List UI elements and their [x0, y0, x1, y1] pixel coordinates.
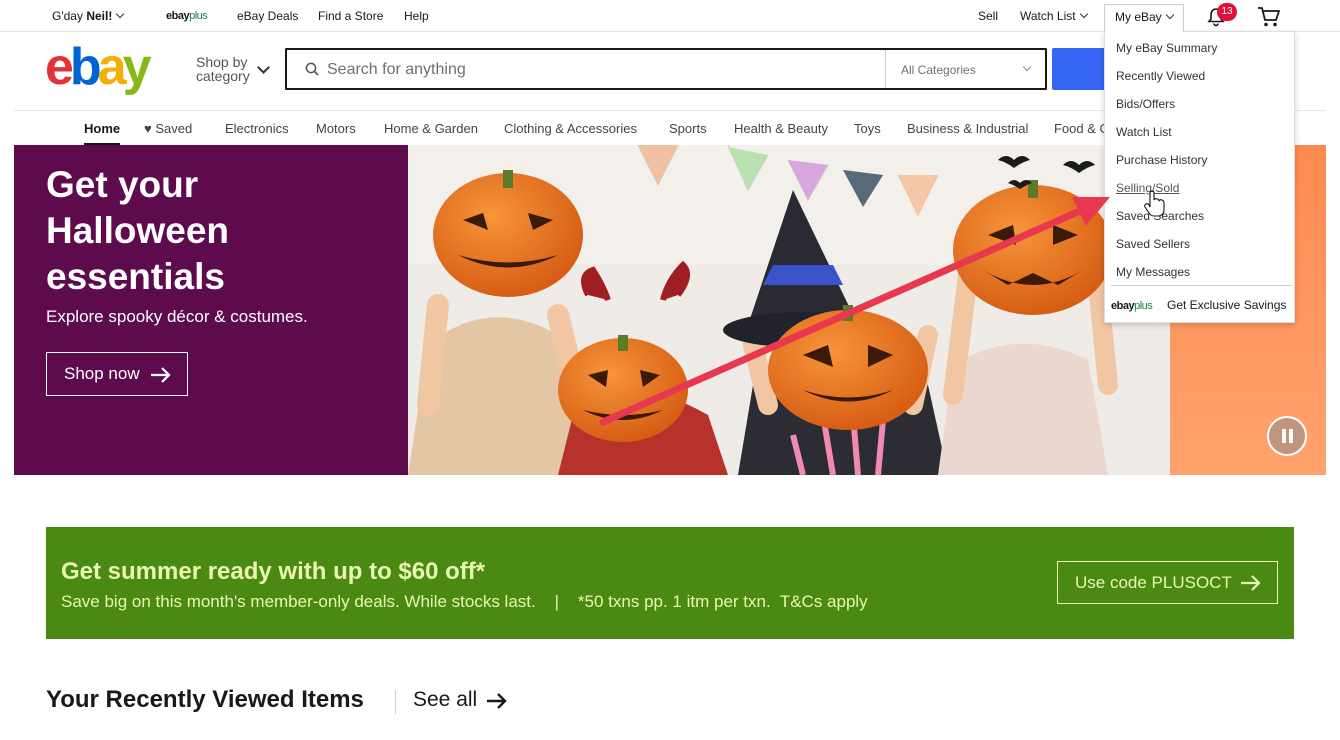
category-select[interactable]: All Categories [885, 50, 1045, 88]
ebay-plus-ebay-text: ebay [1111, 300, 1135, 312]
cart-icon[interactable] [1257, 6, 1281, 28]
my-ebay-menu-button[interactable]: My eBay [1104, 4, 1184, 32]
shop-by-text: Shop by [196, 54, 248, 70]
svg-text:ebay: ebay [45, 40, 152, 96]
chevron-down-icon [1165, 10, 1174, 20]
hero-subtitle: Explore spooky décor & costumes. [46, 307, 308, 326]
menu-item-saved-searches[interactable]: Saved Searches [1116, 209, 1204, 223]
recently-viewed-title: Your Recently Viewed Items [46, 686, 364, 713]
menu-item-bids-offers[interactable]: Bids/Offers [1116, 97, 1175, 111]
ebay-plus-logo: ebayplus [1111, 300, 1153, 312]
promo-subtitle: Save big on this month's member-only dea… [61, 592, 868, 611]
category-text: category [196, 68, 250, 84]
menu-item-selling-sold[interactable]: Selling/Sold [1116, 181, 1179, 195]
nav-saved[interactable]: ♥ Saved [144, 121, 192, 136]
nav-sports[interactable]: Sports [669, 121, 707, 136]
menu-item-watch-list[interactable]: Watch List [1116, 125, 1172, 139]
menu-divider [1111, 285, 1292, 286]
arrow-right-icon [151, 367, 171, 383]
menu-item-purchase-history[interactable]: Purchase History [1116, 153, 1207, 167]
nav-home-garden[interactable]: Home & Garden [384, 121, 478, 136]
search-icon [305, 62, 319, 76]
search-input[interactable]: Search for anything [327, 61, 466, 79]
menu-item-my-ebay-summary[interactable]: My eBay Summary [1116, 41, 1217, 55]
promo-title: Get summer ready with up to $60 off* [61, 558, 486, 585]
pause-icon[interactable] [1267, 416, 1307, 456]
help-link[interactable]: Help [404, 9, 429, 23]
shop-now-label: Shop now [64, 364, 140, 383]
greeting-menu[interactable]: G'day Neil! [52, 9, 125, 23]
category-select-value: All Categories [901, 63, 976, 77]
watch-list-label: Watch List [1020, 9, 1076, 23]
notification-count-badge: 13 [1217, 3, 1237, 21]
nav-saved-label: Saved [155, 121, 193, 136]
nav-home[interactable]: Home [84, 121, 120, 136]
menu-item-recently-viewed[interactable]: Recently Viewed [1116, 69, 1205, 83]
nav-food[interactable]: Food & C [1054, 121, 1109, 136]
shop-by-category-button[interactable]: Shop by category [196, 55, 250, 83]
chevron-down-icon [1022, 62, 1032, 72]
chevron-down-icon [1079, 9, 1088, 19]
nav-clothing-accessories[interactable]: Clothing & Accessories [504, 121, 637, 136]
find-store-link[interactable]: Find a Store [318, 9, 383, 23]
hero-title: Get your Halloween essentials [46, 164, 229, 297]
ebay-logo[interactable]: ebay [45, 40, 165, 96]
ebay-plus-plus-text: plus [189, 10, 208, 22]
see-all-label: See all [413, 688, 478, 711]
shop-now-button[interactable]: Shop now [46, 352, 188, 396]
sell-link[interactable]: Sell [978, 9, 998, 23]
ebay-plus-savings-link[interactable]: ebayplus Get Exclusive Savings [1111, 298, 1286, 312]
nav-electronics[interactable]: Electronics [225, 121, 289, 136]
menu-item-saved-sellers[interactable]: Saved Sellers [1116, 237, 1190, 251]
chevron-down-icon[interactable] [257, 61, 270, 74]
greeting-text: G'day [52, 9, 87, 23]
halloween-hero-image[interactable] [408, 145, 1170, 475]
chevron-down-icon [116, 9, 125, 19]
use-code-label: Use code PLUSOCT [1075, 573, 1232, 592]
heart-icon: ♥ [144, 121, 152, 136]
search-bar[interactable]: Search for anything All Categories [285, 48, 1047, 90]
my-ebay-dropdown: My eBay Summary Recently Viewed Bids/Off… [1104, 31, 1295, 323]
use-code-button[interactable]: Use code PLUSOCT [1057, 561, 1278, 604]
nav-toys[interactable]: Toys [854, 121, 881, 136]
ebay-plus-plus-text: plus [1134, 300, 1153, 312]
user-name: Neil! [86, 9, 113, 23]
see-all-link[interactable]: See all [413, 688, 507, 712]
nav-health-beauty[interactable]: Health & Beauty [734, 121, 828, 136]
exclusive-savings-label: Get Exclusive Savings [1167, 298, 1287, 312]
watch-list-menu[interactable]: Watch List [1020, 9, 1088, 23]
search-button[interactable] [1052, 48, 1112, 90]
arrow-right-icon [487, 693, 507, 709]
arrow-right-icon [1241, 575, 1261, 591]
my-ebay-label: My eBay [1115, 10, 1162, 24]
divider [395, 690, 396, 714]
menu-item-my-messages[interactable]: My Messages [1116, 265, 1190, 279]
ebay-plus-link[interactable]: ebayplus [166, 10, 208, 22]
nav-business-industrial[interactable]: Business & Industrial [907, 121, 1028, 136]
ebay-deals-link[interactable]: eBay Deals [237, 9, 298, 23]
ebay-plus-ebay-text: ebay [166, 10, 190, 22]
nav-motors[interactable]: Motors [316, 121, 356, 136]
